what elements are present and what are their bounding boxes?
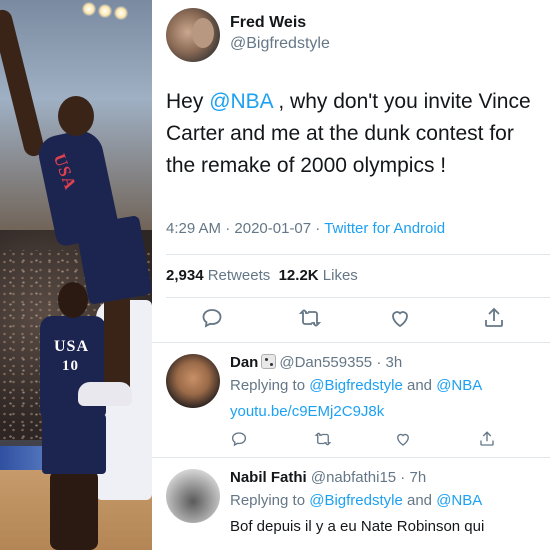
arena-lights [72, 0, 152, 40]
reply-mention-nba[interactable]: @NBA [436, 377, 482, 394]
replying-and: and [402, 377, 437, 394]
retweets-label[interactable]: Retweets [204, 267, 271, 284]
reply-time[interactable]: 7h [409, 469, 426, 486]
author-handle[interactable]: @Bigfredstyle [230, 35, 330, 53]
divider [152, 342, 550, 343]
tweet-date[interactable]: 2020-01-07 [234, 220, 311, 237]
reply-avatar[interactable] [166, 469, 220, 523]
player-legs [50, 470, 98, 550]
replying-to: Replying to @Bigfredstyle and @NBA [230, 492, 482, 509]
replying-to: Replying to @Bigfredstyle and @NBA [230, 377, 482, 394]
reply-author-handle[interactable]: @nabfathi15 [311, 469, 396, 486]
player-shorts [42, 414, 106, 474]
reply-author-handle[interactable]: @Dan559355 [279, 354, 372, 371]
reply-mention-bigfredstyle[interactable]: @Bigfredstyle [309, 492, 403, 509]
tweet-actions [152, 306, 550, 336]
reply-separator: · [372, 354, 386, 371]
reply-actions [152, 430, 550, 452]
reply-separator: · [396, 469, 410, 486]
tweet-panel: Fred Weis @Bigfredstyle Hey @NBA , why d… [152, 0, 550, 550]
likes-count[interactable]: 12.2K [279, 267, 319, 284]
likes-label[interactable]: Likes [319, 267, 358, 284]
author-avatar[interactable] [166, 8, 220, 62]
like-icon[interactable] [394, 430, 412, 448]
divider [152, 457, 550, 458]
meta-separator: · [221, 220, 235, 237]
share-icon[interactable] [478, 430, 496, 448]
reply-mention-nba[interactable]: @NBA [436, 492, 482, 509]
dunking-arm [0, 7, 46, 159]
tweet-text-pre: Hey [166, 90, 210, 113]
reply-header: Dan @Dan559355 · 3h [230, 354, 402, 371]
reply-icon[interactable] [230, 430, 248, 448]
replying-prefix: Replying to [230, 492, 310, 509]
dunk-photo: USA USA 10 [0, 0, 152, 550]
tweet-mention-nba[interactable]: @NBA [209, 90, 272, 113]
tweet-stats: 2,934 Retweets 12.2K Likes [166, 267, 358, 284]
reply-link[interactable]: youtu.be/c9EMj2C9J8k [230, 403, 384, 420]
reply-time[interactable]: 3h [386, 354, 403, 371]
dice-icon [261, 354, 277, 369]
tweet-time[interactable]: 4:29 AM [166, 220, 221, 237]
tweet-text: Hey @NBA , why don't you invite Vince Ca… [166, 86, 546, 182]
reply-mention-bigfredstyle[interactable]: @Bigfredstyle [309, 377, 403, 394]
tweet-meta: 4:29 AM · 2020-01-07 · Twitter for Andro… [166, 220, 445, 237]
retweets-count[interactable]: 2,934 [166, 267, 204, 284]
like-icon[interactable] [388, 306, 412, 330]
author-name[interactable]: Fred Weis [230, 14, 306, 32]
reply-author-name[interactable]: Nabil Fathi [230, 469, 307, 486]
reply-icon[interactable] [200, 306, 224, 330]
reply-text: Bof depuis il y a eu Nate Robinson qui [230, 518, 485, 535]
divider [166, 254, 550, 255]
jersey-number: 10 [62, 358, 79, 374]
dunking-head [58, 96, 94, 136]
sneaker [78, 382, 132, 406]
reply-author-name[interactable]: Dan [230, 354, 258, 371]
retweet-icon[interactable] [314, 430, 332, 448]
divider [166, 297, 550, 298]
reply-header: Nabil Fathi @nabfathi15 · 7h [230, 469, 426, 486]
share-icon[interactable] [482, 306, 506, 330]
reply-avatar[interactable] [166, 354, 220, 408]
retweet-icon[interactable] [298, 306, 322, 330]
meta-separator: · [311, 220, 325, 237]
jersey-text-bottom: USA [54, 338, 90, 355]
replying-prefix: Replying to [230, 377, 310, 394]
tweet-source[interactable]: Twitter for Android [324, 220, 445, 237]
player-head [58, 282, 88, 318]
replying-and: and [402, 492, 437, 509]
